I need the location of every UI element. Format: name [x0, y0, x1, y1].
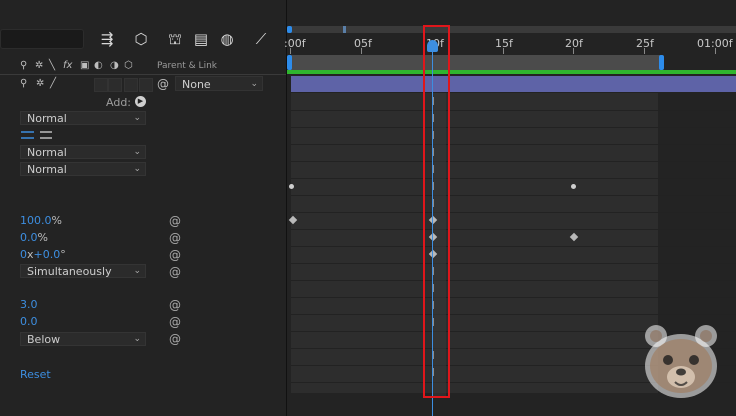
switch-box[interactable] [108, 78, 122, 92]
frame-blend-icon[interactable]: ▣ [80, 58, 89, 74]
chevron-down-icon: ⌄ [133, 164, 141, 174]
offset-value[interactable]: 0x+0.0° [20, 248, 66, 262]
after-effects-timeline-panel: ⇶ ⬡ ⛫ ▤ ◍ ⟋ ⚲ ✲ ╲ fx ▣ ◐ ◑ ⬡ Parent & Li… [0, 0, 736, 416]
order-value: Below [27, 333, 61, 346]
composite-select[interactable]: Normal ⌄ [20, 145, 146, 159]
work-area-end-handle[interactable] [659, 55, 664, 70]
expression-swirl-icon[interactable]: @ [169, 266, 181, 278]
parent-select-value: None [182, 78, 211, 91]
switch-box[interactable] [124, 78, 138, 92]
switches-header: ⚲ ✲ ╲ fx ▣ ◐ ◑ ⬡ Parent & Link [0, 58, 286, 75]
chevron-down-icon: ⌄ [133, 113, 141, 123]
shy-icon[interactable]: ⚲ [20, 76, 27, 92]
ruler-label: 05f [354, 37, 372, 50]
keyframe-dot[interactable] [289, 184, 294, 189]
ruler-tick [573, 48, 574, 54]
ruler-tick [503, 48, 504, 54]
highlight-box [423, 25, 450, 398]
opacity-value[interactable]: 100.0% [20, 214, 62, 228]
track-divider [291, 314, 736, 315]
navigator-bar[interactable] [287, 26, 736, 33]
composite-value: Normal [27, 146, 67, 159]
graph-icon[interactable]: ⟋ [250, 28, 272, 50]
pickwhip-icon[interactable]: @ [157, 76, 169, 92]
layer-properties-panel: ⇶ ⬡ ⛫ ▤ ◍ ⟋ ⚲ ✲ ╲ fx ▣ ◐ ◑ ⬡ Parent & Li… [0, 0, 286, 416]
ruler-tick [290, 48, 291, 54]
3d-layer-switch-icon[interactable]: ⬡ [124, 58, 133, 74]
chevron-down-icon: ⌄ [133, 266, 141, 276]
reset-link[interactable]: Reset [20, 368, 51, 382]
track-divider [291, 297, 736, 298]
track-divider [291, 110, 736, 111]
motion-blur-icon[interactable]: ◍ [216, 28, 238, 50]
expression-swirl-icon[interactable]: @ [169, 299, 181, 311]
rotation-value[interactable]: 0.0% [20, 231, 48, 245]
motion-blur-switch-icon[interactable]: ◐ [94, 58, 103, 74]
value-a[interactable]: 3.0 [20, 298, 38, 312]
track-divider [291, 263, 736, 264]
bear-watermark-logo [645, 325, 717, 398]
film-icon[interactable]: ▤ [190, 28, 212, 50]
quality-icon[interactable]: ╱ [50, 76, 56, 92]
track-divider [291, 212, 736, 213]
track-divider [291, 178, 736, 179]
3d-cube-icon[interactable]: ⬡ [130, 28, 152, 50]
work-area-start-handle[interactable] [287, 55, 292, 70]
ruler-label: :00f [284, 37, 306, 50]
track-divider [291, 246, 736, 247]
work-area-bar[interactable] [287, 55, 664, 70]
render-cache-bar [287, 70, 736, 74]
expression-swirl-icon[interactable]: @ [169, 232, 181, 244]
track-divider [291, 280, 736, 281]
navigator-marker [343, 26, 346, 33]
parent-select[interactable]: None ⌄ [175, 76, 263, 91]
adjustment-switch-icon[interactable]: ◑ [110, 58, 119, 74]
expression-swirl-icon[interactable]: @ [169, 333, 181, 345]
track-divider [291, 229, 736, 230]
collapse-switch-icon[interactable]: ✲ [35, 58, 43, 74]
quality-switch-icon[interactable]: ╲ [49, 58, 55, 74]
value-b[interactable]: 0.0 [20, 315, 38, 329]
parent-link-label: Parent & Link [157, 61, 217, 71]
switch-box[interactable] [139, 78, 153, 92]
track-divider [291, 195, 736, 196]
composite-mode-select[interactable]: Simultaneously ⌄ [20, 264, 146, 278]
hierarchy-icon[interactable]: ⇶ [96, 28, 118, 50]
blend-mode-value: Normal [27, 112, 67, 125]
order-select[interactable]: Below ⌄ [20, 332, 146, 346]
path-direction-icon[interactable] [20, 129, 54, 141]
track-divider [291, 144, 736, 145]
ruler-tick [361, 48, 362, 54]
add-button[interactable]: ▶ [135, 96, 146, 107]
switch-box[interactable] [94, 78, 108, 92]
fx-switch-icon[interactable]: fx [63, 58, 72, 74]
pin-icon[interactable]: ⛫ [164, 28, 186, 50]
track-divider [291, 161, 736, 162]
composite-mode-value: Simultaneously [27, 265, 112, 278]
time-ruler[interactable]: :00f 05f 10f 15f 20f 25f 01:00f [284, 33, 736, 54]
expression-swirl-icon[interactable]: @ [169, 249, 181, 261]
navigator-start-handle[interactable] [287, 26, 292, 33]
search-input[interactable] [0, 29, 84, 49]
fill-stroke-order-icons [20, 129, 54, 141]
chevron-down-icon: ⌄ [250, 79, 258, 89]
keyframe-dot[interactable] [571, 184, 576, 189]
layer-duration-bar[interactable] [291, 76, 736, 92]
blend-mode-select-2[interactable]: Normal ⌄ [20, 162, 146, 176]
track-divider [291, 127, 736, 128]
ruler-tick [715, 48, 716, 54]
chevron-down-icon: ⌄ [133, 147, 141, 157]
expression-swirl-icon[interactable]: @ [169, 215, 181, 227]
add-label: Add: [106, 96, 132, 109]
shy-switch-icon[interactable]: ⚲ [20, 58, 27, 74]
chevron-down-icon: ⌄ [133, 334, 141, 344]
collapse-icon[interactable]: ✲ [36, 76, 44, 92]
blend-mode-value-2: Normal [27, 163, 67, 176]
ruler-tick [644, 48, 645, 54]
blend-mode-select[interactable]: Normal ⌄ [20, 111, 146, 125]
expression-swirl-icon[interactable]: @ [169, 316, 181, 328]
